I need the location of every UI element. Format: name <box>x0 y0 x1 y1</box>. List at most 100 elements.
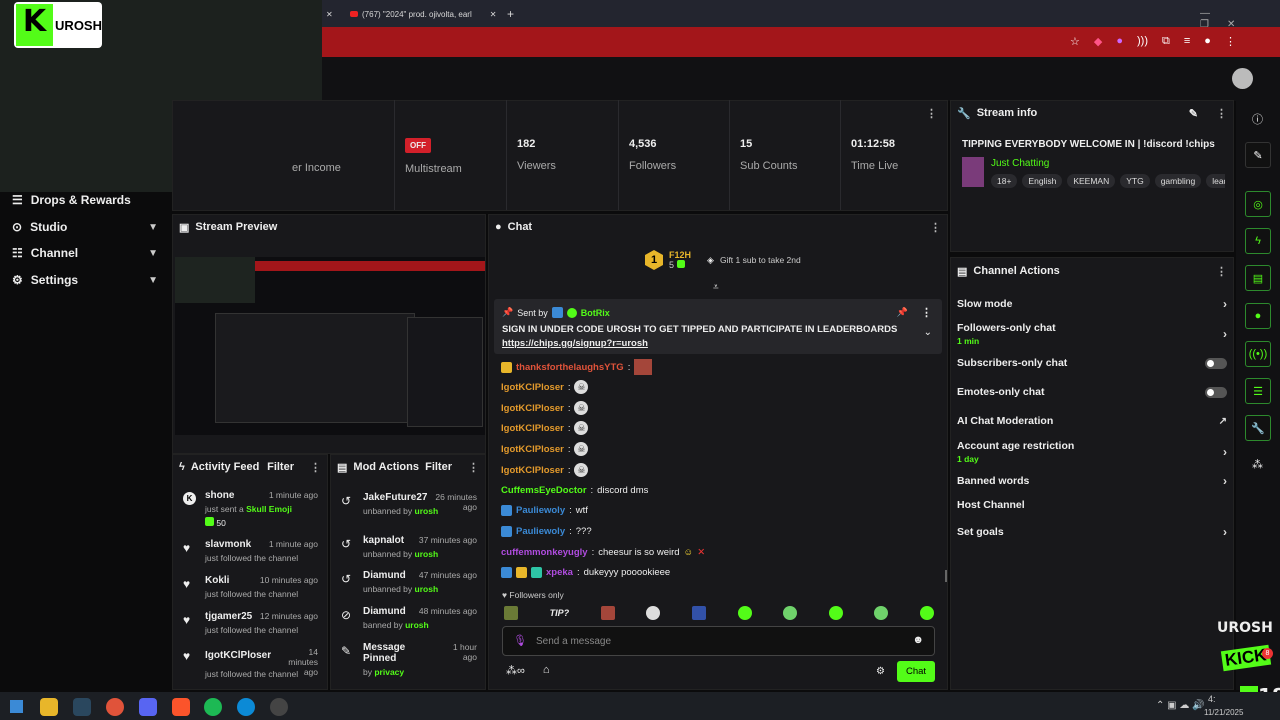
chevron-down-icon[interactable]: ⌄ <box>924 327 932 338</box>
chat-leaderboard[interactable]: 1 F12H 5 ◈ Gift 1 sub to take 2nd <box>645 250 801 270</box>
chrome-icon[interactable] <box>106 698 124 716</box>
chat-username[interactable]: cuffemmonkeyugly <box>501 547 588 558</box>
browser-tab[interactable]: (767) "2024" prod. ojivolta, earl ✕ <box>350 4 496 24</box>
followers-only-action[interactable]: Followers-only chat 1 min › <box>957 322 1227 346</box>
extension-icon[interactable]: ● <box>1116 35 1123 48</box>
host-channel-action[interactable]: Host Channel <box>957 499 1227 511</box>
wrench-icon[interactable]: 🔧 <box>1245 415 1271 441</box>
kick-emote-icon[interactable] <box>919 606 934 620</box>
unpin-icon[interactable]: 📌 <box>897 307 908 318</box>
chat-username[interactable]: CuffemsEyeDoctor <box>501 485 587 496</box>
emotes-only-toggle[interactable] <box>1205 386 1227 398</box>
kick-emote-icon[interactable] <box>737 606 752 620</box>
sidebar-item-channel[interactable]: ☷ Channel ▼ <box>12 246 158 260</box>
kick-points-icon[interactable]: ⁂∞ <box>506 664 525 677</box>
chat-username[interactable]: IgotKClPloser <box>501 444 564 455</box>
tag-chip[interactable]: 18+ <box>991 174 1018 188</box>
close-tab-icon[interactable]: ✕ <box>490 10 497 19</box>
obs-icon[interactable] <box>270 698 288 716</box>
chat-username[interactable]: Pauliewoly <box>516 505 565 516</box>
file-explorer-icon[interactable] <box>40 698 58 716</box>
edit-pencil-icon[interactable]: ✎ <box>1245 142 1271 168</box>
tag-chip[interactable]: KEEMAN <box>1067 174 1116 188</box>
chat-username[interactable]: xpeka <box>546 567 573 578</box>
extension-shield-icon[interactable]: ◆ <box>1094 35 1102 48</box>
chat-send-button[interactable]: Chat <box>897 661 935 682</box>
edge-icon[interactable] <box>237 698 255 716</box>
filter-button[interactable]: Filter <box>425 461 452 473</box>
emote-icon[interactable] <box>600 606 615 620</box>
broadcast-icon[interactable]: ((•)) <box>1245 341 1271 367</box>
more-options-icon[interactable]: ⋮ <box>930 221 941 234</box>
profile-icon[interactable]: ● <box>1204 35 1211 48</box>
layout-icon[interactable]: ☰ <box>1245 378 1271 404</box>
chat-username[interactable]: thanksforthelaughsYTG <box>516 362 624 373</box>
more-options-icon[interactable]: ⋮ <box>468 461 479 474</box>
kick-points-icon[interactable]: ⁂ <box>1252 458 1263 471</box>
sidebar-item-settings[interactable]: ⚙ Settings ▼ <box>12 273 158 287</box>
more-options-icon[interactable]: ⋮ <box>310 461 321 474</box>
chat-username[interactable]: IgotKClPloser <box>501 403 564 414</box>
media-icon[interactable]: ≡ <box>1184 35 1190 48</box>
stream-category[interactable]: Just Chatting <box>991 158 1049 169</box>
subscribers-only-action[interactable]: Subscribers-only chat <box>957 357 1227 369</box>
info-icon[interactable]: ⓘ <box>1252 111 1263 127</box>
chat-username[interactable]: IgotKClPloser <box>501 423 564 434</box>
emote-icon[interactable] <box>504 606 518 620</box>
store-icon[interactable]: ⌂ <box>543 664 550 677</box>
chat-username[interactable]: IgotKClPloser <box>501 465 564 476</box>
menu-icon[interactable]: ⋮ <box>1225 35 1236 48</box>
puzzle-icon[interactable]: ⧉ <box>1162 35 1170 48</box>
extension-wave-icon[interactable]: ))) <box>1137 35 1148 48</box>
flag-emote-icon[interactable] <box>691 606 706 620</box>
multistream-off-badge[interactable]: OFF <box>405 138 431 153</box>
tag-chip[interactable]: YTG <box>1120 174 1150 188</box>
pinned-message[interactable]: 📌 Sent by BotRix 📌 ⋮ SIGN IN UNDER CODE … <box>494 299 942 354</box>
set-goals-action[interactable]: Set goals › <box>957 525 1227 539</box>
chat-input-box[interactable]: 🎙 Send a message ☻ <box>502 626 935 656</box>
bookmark-star-icon[interactable]: ☆ <box>1070 35 1080 48</box>
close-tab-icon[interactable]: ✕ <box>326 4 333 24</box>
tag-chip[interactable]: gambling <box>1154 174 1202 188</box>
edit-pencil-icon[interactable]: ✎ <box>1189 107 1198 120</box>
subscribers-only-toggle[interactable] <box>1205 357 1227 369</box>
ai-moderation-action[interactable]: AI Chat Moderation ↗ <box>957 415 1227 427</box>
filter-button[interactable]: Filter <box>267 461 294 473</box>
chat-bubble-icon[interactable]: ● <box>1245 303 1271 329</box>
account-age-action[interactable]: Account age restriction 1 day › <box>957 440 1227 464</box>
chat-username[interactable]: Pauliewoly <box>516 526 565 537</box>
discord-icon[interactable] <box>139 698 157 716</box>
tag-chip[interactable]: English <box>1022 174 1063 188</box>
slow-mode-action[interactable]: Slow mode › <box>957 297 1227 311</box>
pinned-link[interactable]: https://chips.gg/signup?r=urosh <box>502 338 648 349</box>
avatar[interactable] <box>1232 68 1253 89</box>
more-options-icon[interactable]: ⋮ <box>921 306 932 319</box>
gear-icon[interactable]: ⚙ <box>876 666 885 677</box>
microphone-icon[interactable]: 🎙 <box>513 634 527 647</box>
emotes-only-action[interactable]: Emotes-only chat <box>957 386 1227 398</box>
banned-words-action[interactable]: Banned words › <box>957 474 1227 488</box>
sidebar-item-studio[interactable]: ⊙ Studio ▼ <box>12 220 158 234</box>
kick-emote-icon[interactable] <box>783 606 798 620</box>
windows-start-icon[interactable] <box>10 700 23 713</box>
brave-icon[interactable] <box>172 698 190 716</box>
chat-scrollbar[interactable] <box>945 570 947 582</box>
more-options-icon[interactable]: ⋮ <box>1216 265 1227 278</box>
kick-emote-icon[interactable] <box>828 606 843 620</box>
collapse-icon[interactable]: ⩡ <box>713 282 719 293</box>
more-options-icon[interactable]: ⋮ <box>1216 107 1227 120</box>
stream-preview-video[interactable] <box>175 257 485 435</box>
tag-chip[interactable]: leade <box>1206 174 1225 188</box>
kick-emote-icon[interactable] <box>874 606 889 620</box>
sidebar-item-drops[interactable]: ☰ Drops & Rewards <box>12 193 158 207</box>
system-tray-icons[interactable]: ⌃ ▣ ☁ 🔊 <box>1156 700 1205 711</box>
emoji-icon[interactable]: ☻ <box>912 634 924 646</box>
chat-username[interactable]: IgotKClPloser <box>501 382 564 393</box>
document-icon[interactable]: ▤ <box>1245 265 1271 291</box>
lightning-icon[interactable]: ϟ <box>1245 228 1271 254</box>
new-tab-button[interactable]: + <box>507 4 514 24</box>
steam-icon[interactable] <box>73 698 91 716</box>
camera-icon[interactable]: ◎ <box>1245 191 1271 217</box>
spotify-icon[interactable] <box>204 698 222 716</box>
tip-emote[interactable]: TIP? <box>550 608 570 618</box>
